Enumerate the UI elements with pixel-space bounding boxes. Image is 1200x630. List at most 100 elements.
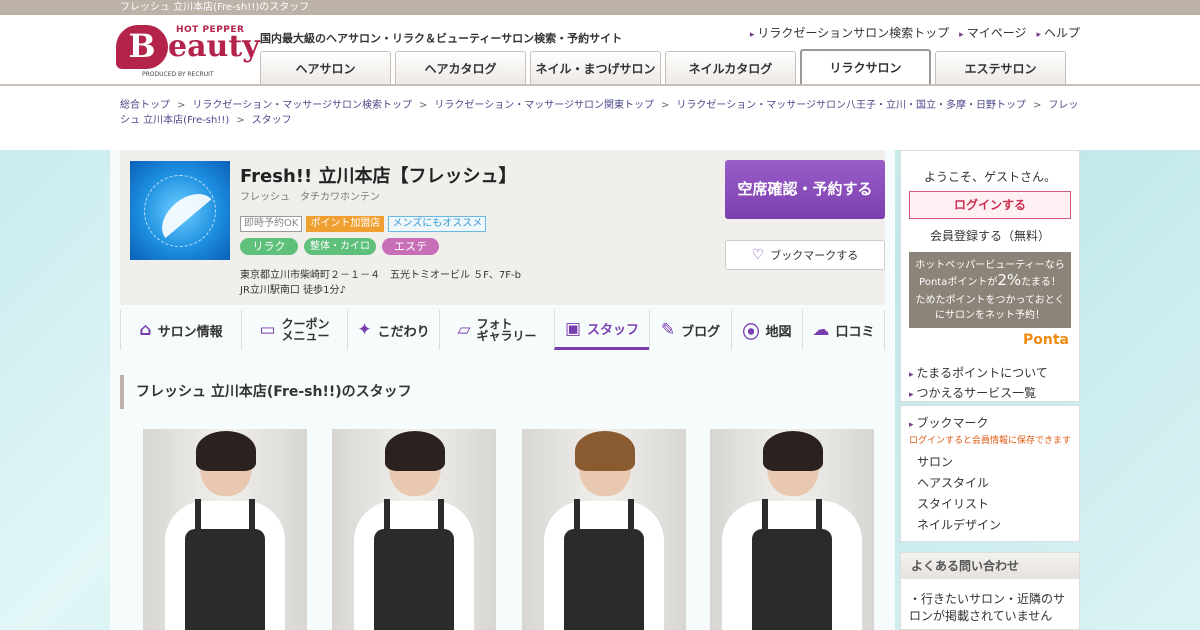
coupon-icon: ▭ (259, 320, 276, 340)
staff-apron (752, 529, 832, 630)
site-header: B HOT PEPPER eauty PRODUCED BY RECRUIT 国… (0, 15, 1200, 85)
photo-icon: ▱ (457, 320, 471, 340)
bookmark-box: ブックマーク ログインすると会員情報に保存できます サロン ヘアスタイル スタイ… (900, 405, 1080, 542)
breadcrumb-separator: > (1033, 100, 1042, 111)
bookmark-salon-link[interactable]: サロン (917, 452, 1071, 473)
salon-logo-image[interactable] (130, 161, 230, 260)
staff-apron-strap (249, 499, 255, 539)
ponta-text: ホットペッパービューティーなら (915, 260, 1065, 271)
nav-nail-catalog[interactable]: ネイルカタログ (665, 51, 796, 85)
category-seitai: 整体・カイロ (304, 238, 376, 255)
ponta-text: ためたポイントをつかっておとく (915, 295, 1065, 306)
tab-kodawari[interactable]: ✦ こだわり (347, 310, 439, 350)
nav-hair-catalog[interactable]: ヘアカタログ (395, 51, 526, 85)
category-relax: リラク (240, 238, 298, 255)
staff-apron (185, 529, 265, 630)
breadcrumb-separator: > (419, 100, 428, 111)
hotpepper-beauty-logo[interactable]: B HOT PEPPER eauty PRODUCED BY RECRUIT (116, 25, 260, 81)
staff-apron-strap (438, 499, 444, 539)
staff-hair (763, 431, 823, 471)
map-pin-icon: ⦿ (742, 322, 760, 343)
tab-salon-info[interactable]: ⌂ サロン情報 (120, 310, 241, 350)
logo-produced-by: PRODUCED BY RECRUIT (142, 71, 214, 78)
sidebar: ようこそ、ゲストさん。 ログインする 会員登録する（無料） ホットペッパービュー… (900, 150, 1080, 630)
staff-icon: ▣ (564, 318, 582, 339)
ponta-about-link[interactable]: たまるポイントについて (909, 364, 1075, 384)
salon-address-block: 東京都立川市柴崎町２－１－４ 五光トミオービル ５F、7F-b JR立川駅南口 … (240, 268, 521, 298)
ponta-banner[interactable]: ホットペッパービューティーなら Pontaポイントが2%たまる！ ためたポイント… (909, 252, 1071, 328)
breadcrumb-item[interactable]: リラクゼーション・マッサージサロン八王子・立川・国立・多摩・日野トップ (676, 100, 1026, 111)
tab-map[interactable]: ⦿ 地図 (731, 310, 802, 350)
tab-label: フォト ギャラリー (476, 317, 537, 343)
salon-categories: リラク 整体・カイロ エステ (240, 238, 439, 255)
bookmark-button[interactable]: ♡ ブックマークする (725, 240, 885, 270)
staff-apron-strap (816, 499, 822, 539)
header-links: リラクゼーションサロン検索トップ マイページ ヘルプ (750, 24, 1080, 41)
bookmark-label: ブックマークする (770, 249, 859, 262)
relax-search-top-link[interactable]: リラクゼーションサロン検索トップ (750, 24, 949, 41)
pen-icon: ✎ (660, 320, 676, 340)
salon-name: Fresh!! 立川本店【フレッシュ】 (240, 166, 517, 187)
tab-label: 地図 (765, 324, 792, 340)
bookmark-title[interactable]: ブックマーク (909, 414, 1071, 431)
ponta-text: Pontaポイントが2%たまる！ (919, 271, 1061, 289)
page-title-bar: フレッシュ 立川本店(Fre-sh!!)のスタッフ (0, 0, 1200, 15)
bookmark-nail-link[interactable]: ネイルデザイン (917, 515, 1071, 536)
faq-box: よくある問い合わせ 行きたいサロン・近隣のサロンが掲載されていません (900, 552, 1080, 630)
bookmark-hairstyle-link[interactable]: ヘアスタイル (917, 473, 1071, 494)
ponta-links: たまるポイントについて つかえるサービス一覧 (909, 364, 1075, 404)
tag-point-member: ポイント加盟店 (306, 216, 385, 232)
tab-staff[interactable]: ▣ スタッフ (554, 310, 649, 350)
ponta-services-link[interactable]: つかえるサービス一覧 (909, 384, 1075, 404)
tab-label: クーポン メニュー (281, 317, 330, 343)
staff-apron-strap (195, 499, 201, 539)
bookmark-note: ログインすると会員情報に保存できます (909, 436, 1072, 446)
breadcrumb-separator: > (236, 115, 245, 126)
staff-photo[interactable] (143, 429, 307, 630)
staff-photo[interactable] (332, 429, 496, 630)
login-button[interactable]: ログインする (909, 191, 1071, 219)
home-icon: ⌂ (139, 320, 152, 340)
sparkle-icon: ✦ (357, 320, 372, 340)
help-link[interactable]: ヘルプ (1036, 24, 1080, 41)
nav-relax-salon[interactable]: リラクサロン (800, 49, 931, 85)
tab-coupon-menu[interactable]: ▭ クーポン メニュー (241, 310, 347, 350)
tab-label: サロン情報 (157, 324, 223, 340)
nav-nail-eyelash[interactable]: ネイル・まつげサロン (530, 51, 661, 85)
breadcrumb-item[interactable]: リラクゼーション・マッサージサロン関東トップ (434, 100, 654, 111)
salon-address: 東京都立川市柴崎町２－１－４ 五光トミオービル ５F、7F-b (240, 270, 522, 281)
nav-esthe-salon[interactable]: エステサロン (935, 51, 1066, 85)
global-nav: ヘアサロン ヘアカタログ ネイル・まつげサロン ネイルカタログ リラクサロン エ… (260, 49, 1066, 85)
category-esthe: エステ (382, 238, 439, 255)
bookmark-list: サロン ヘアスタイル スタイリスト ネイルデザイン (917, 452, 1071, 536)
reserve-button[interactable]: 空席確認・予約する (725, 160, 885, 219)
staff-photo[interactable] (522, 429, 686, 630)
staff-apron-strap (762, 499, 768, 539)
salon-header: Fresh!! 立川本店【フレッシュ】 フレッシュ タチカワホンテン 即時予約O… (120, 150, 885, 305)
breadcrumb-item[interactable]: 総合トップ (120, 100, 170, 111)
tab-label: こだわり (377, 324, 430, 340)
logo-wordmark: eauty (168, 29, 260, 64)
breadcrumb: 総合トップ > リラクゼーション・マッサージサロン検索トップ > リラクゼーション・マッ… (120, 98, 1080, 128)
staff-hair (196, 431, 256, 471)
salon-tabs: ⌂ サロン情報 ▭ クーポン メニュー ✦ こだわり ▱ フォト ギャラリー ▣ スタッフ ✎… (120, 310, 885, 350)
main-content: Fresh!! 立川本店【フレッシュ】 フレッシュ タチカワホンテン 即時予約O… (110, 150, 895, 630)
staff-apron (564, 529, 644, 630)
salon-kana: フレッシュ タチカワホンテン (240, 192, 380, 203)
staff-apron (374, 529, 454, 630)
tag-instant-booking: 即時予約OK (240, 216, 303, 232)
staff-photo[interactable] (710, 429, 874, 630)
tab-blog[interactable]: ✎ ブログ (649, 310, 731, 350)
staff-hair (385, 431, 445, 471)
faq-item[interactable]: 行きたいサロン・近隣のサロンが掲載されていません (901, 579, 1079, 625)
salon-access: JR立川駅南口 徒歩1分♪ (240, 285, 346, 296)
nav-hair-salon[interactable]: ヘアサロン (260, 51, 391, 85)
bookmark-stylist-link[interactable]: スタイリスト (917, 494, 1071, 515)
mypage-link[interactable]: マイページ (959, 24, 1027, 41)
breadcrumb-item[interactable]: リラクゼーション・マッサージサロン検索トップ (192, 100, 412, 111)
staff-apron-strap (628, 499, 634, 539)
breadcrumb-current: スタッフ (251, 115, 292, 126)
tab-photo-gallery[interactable]: ▱ フォト ギャラリー (439, 310, 554, 350)
register-link[interactable]: 会員登録する（無料） (905, 227, 1075, 244)
tab-reviews[interactable]: ☁ 口コミ (802, 310, 885, 350)
